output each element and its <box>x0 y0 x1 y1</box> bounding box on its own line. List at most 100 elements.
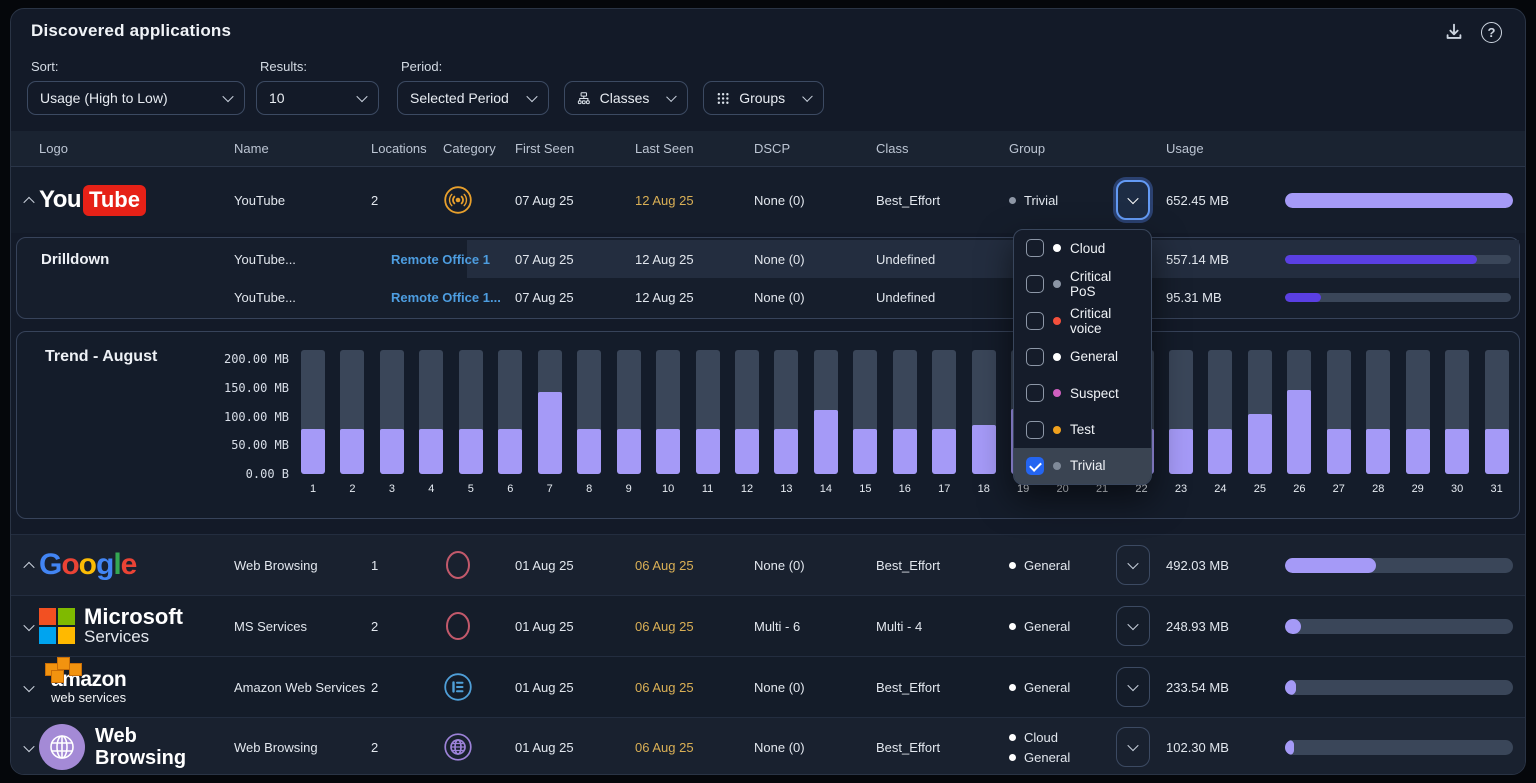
first-seen-cell: 01 Aug 25 <box>515 619 635 634</box>
menu-item-trivial[interactable]: Trivial <box>1014 448 1151 484</box>
menu-item-critical-voice[interactable]: Critical voice <box>1014 303 1151 339</box>
menu-item-label: Trivial <box>1070 458 1106 473</box>
expand-toggle[interactable] <box>19 677 39 697</box>
page-title: Discovered applications <box>31 21 231 41</box>
expand-toggle[interactable] <box>19 555 39 575</box>
expand-toggle[interactable] <box>19 616 39 636</box>
checkbox-unchecked[interactable] <box>1026 312 1044 330</box>
trend-x-label: 14 <box>820 483 832 495</box>
name-cell: Amazon Web Services <box>234 680 371 695</box>
checkbox-unchecked[interactable] <box>1026 348 1044 366</box>
checkbox-unchecked[interactable] <box>1026 384 1044 402</box>
trend-bar-day-2: 2 <box>340 350 364 495</box>
drilldown-row[interactable]: YouTube... Remote Office 1... 07 Aug 25 … <box>17 278 1519 316</box>
group-dropdown-menu: Cloud Critical PoS Critical voice Genera… <box>1013 229 1152 485</box>
google-logo-letter: g <box>96 548 113 581</box>
chevron-down-icon <box>802 91 813 102</box>
sort-label: Sort: <box>31 59 58 74</box>
usage-cell: 248.93 MB <box>1166 619 1285 634</box>
results-select[interactable]: 10 <box>256 81 379 115</box>
group-dropdown-button[interactable] <box>1116 545 1150 585</box>
results-value: 10 <box>269 90 348 106</box>
microsoft-logo-subtext: Services <box>84 628 183 647</box>
usage-cell: 557.14 MB <box>1166 252 1285 267</box>
google-logo-letter: l <box>113 548 120 581</box>
menu-item-general[interactable]: General <box>1014 339 1151 375</box>
checkbox-unchecked[interactable] <box>1026 421 1044 439</box>
trend-x-label: 3 <box>389 483 395 495</box>
menu-item-test[interactable]: Test <box>1014 411 1151 447</box>
table-row-google[interactable]: Google Web Browsing 1 01 Aug 25 06 Aug 2… <box>11 534 1525 595</box>
discovered-applications-panel: Discovered applications ? Sort: Usage (H… <box>10 8 1526 775</box>
table-row-web-browsing[interactable]: Web Browsing Web Browsing 2 01 Aug 25 06… <box>11 717 1525 775</box>
youtube-logo-badge: Tube <box>83 185 146 216</box>
checkbox-unchecked[interactable] <box>1026 275 1044 293</box>
menu-item-label: Test <box>1070 422 1095 437</box>
group-dropdown-button[interactable] <box>1116 667 1150 707</box>
table-row-youtube[interactable]: YouTube YouTube 2 07 Aug 25 12 Aug 25 No… <box>11 167 1525 233</box>
group-dot <box>1009 754 1016 761</box>
servers-category-icon <box>443 672 473 702</box>
name-cell: YouTube <box>234 193 371 208</box>
menu-item-suspect[interactable]: Suspect <box>1014 375 1151 411</box>
menu-item-label: Critical PoS <box>1070 269 1139 299</box>
youtube-logo: YouTube <box>39 185 234 216</box>
trend-x-label: 26 <box>1293 483 1305 495</box>
sort-select[interactable]: Usage (High to Low) <box>27 81 245 115</box>
group-dropdown-button[interactable] <box>1116 606 1150 646</box>
trend-x-label: 16 <box>899 483 911 495</box>
download-button[interactable] <box>1441 19 1467 45</box>
checkbox-unchecked[interactable] <box>1026 239 1044 257</box>
usage-bar <box>1285 255 1511 264</box>
group-dot <box>1053 462 1061 470</box>
group-label: Cloud <box>1024 730 1058 745</box>
checkbox-checked[interactable] <box>1026 457 1044 475</box>
results-label: Results: <box>260 59 307 74</box>
groups-button[interactable]: Groups <box>703 81 824 115</box>
chevron-up-icon <box>23 196 34 207</box>
name-cell: YouTube... <box>234 290 391 305</box>
first-seen-cell: 07 Aug 25 <box>515 252 635 267</box>
expand-toggle[interactable] <box>19 737 39 757</box>
help-button[interactable]: ? <box>1481 19 1507 45</box>
period-select[interactable]: Selected Period <box>397 81 549 115</box>
drilldown-row[interactable]: Drilldown YouTube... Remote Office 1 07 … <box>17 240 1519 278</box>
trend-x-label: 17 <box>938 483 950 495</box>
classes-button[interactable]: Classes <box>564 81 688 115</box>
group-dot <box>1009 684 1016 691</box>
usage-cell: 102.30 MB <box>1166 740 1285 755</box>
first-seen-cell: 07 Aug 25 <box>515 290 635 305</box>
col-header-first-seen: First Seen <box>515 141 635 156</box>
group-label: Trivial <box>1024 193 1058 208</box>
location-link[interactable]: Remote Office 1... <box>391 290 515 305</box>
name-cell: MS Services <box>234 619 371 634</box>
table-row-amazon[interactable]: amazon web services Amazon Web Services … <box>11 656 1525 717</box>
trend-x-label: 29 <box>1412 483 1424 495</box>
group-dot <box>1009 734 1016 741</box>
broadcast-category-icon <box>443 185 473 215</box>
table-row-microsoft[interactable]: Microsoft Services MS Services 2 01 Aug … <box>11 595 1525 656</box>
menu-item-cloud[interactable]: Cloud <box>1014 230 1151 266</box>
chevron-down-icon <box>23 680 34 691</box>
trend-bar-day-28: 28 <box>1366 350 1390 495</box>
google-logo-letter: e <box>121 548 137 581</box>
usage-bar <box>1285 619 1513 634</box>
trend-x-label: 15 <box>859 483 871 495</box>
usage-cell: 492.03 MB <box>1166 558 1285 573</box>
col-header-class: Class <box>876 141 1009 156</box>
location-link[interactable]: Remote Office 1 <box>391 252 515 267</box>
menu-item-critical-pos[interactable]: Critical PoS <box>1014 266 1151 302</box>
trend-chart-panel: Trend - August 200.00 MB150.00 MB100.00 … <box>16 331 1520 519</box>
expand-toggle[interactable] <box>19 190 39 210</box>
microsoft-logo: Microsoft Services <box>39 606 234 647</box>
group-dropdown-button[interactable] <box>1116 180 1150 220</box>
group-dropdown-button[interactable] <box>1116 727 1150 767</box>
trend-bar-day-3: 3 <box>380 350 404 495</box>
dscp-cell: None (0) <box>754 252 876 267</box>
group-label: General <box>1024 750 1070 765</box>
last-seen-cell: 06 Aug 25 <box>635 680 754 695</box>
period-value: Selected Period <box>410 90 518 106</box>
locations-cell: 2 <box>371 619 443 634</box>
group-dot <box>1053 317 1061 325</box>
last-seen-cell: 12 Aug 25 <box>635 252 754 267</box>
